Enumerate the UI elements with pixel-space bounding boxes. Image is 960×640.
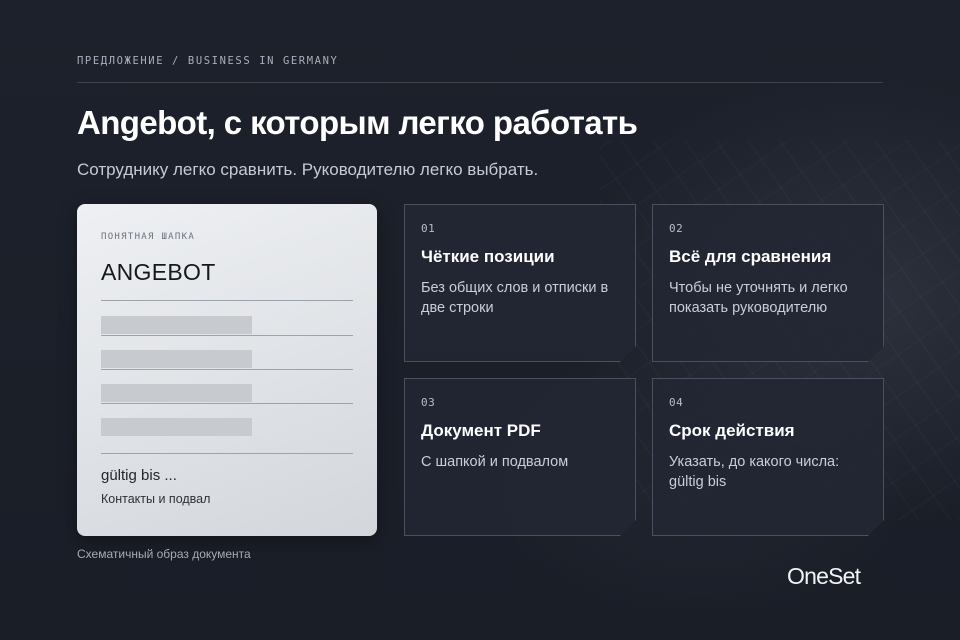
document-placeholder-line: [101, 316, 252, 334]
feature-card-02: 02 Всё для сравнения Чтобы не уточнять и…: [652, 204, 884, 362]
document-placeholder-line: [101, 384, 252, 402]
document-caption: Схематичный образ документа: [77, 547, 251, 561]
document-divider: [101, 335, 353, 336]
card-number: 02: [669, 222, 684, 235]
eyebrow: ПРЕДЛОЖЕНИЕ / BUSINESS IN GERMANY: [77, 55, 339, 67]
card-text: Чтобы не уточнять и легко показать руков…: [669, 280, 848, 316]
page-subtitle: Сотруднику легко сравнить. Руководителю …: [77, 160, 539, 179]
card-title: Документ PDF: [421, 421, 541, 440]
feature-card-04: 04 Срок действия Указать, до какого числ…: [652, 378, 884, 536]
card-title: Срок действия: [669, 421, 795, 440]
document-divider: [101, 369, 353, 370]
card-number: 03: [421, 396, 436, 409]
card-number: 04: [669, 396, 684, 409]
header-divider: [77, 82, 883, 83]
card-number: 01: [421, 222, 436, 235]
document-name: ANGEBOT: [101, 259, 216, 285]
document-divider: [101, 453, 353, 454]
card-text: Указать, до какого числа: gültig bis: [669, 454, 840, 490]
card-title: Всё для сравнения: [669, 247, 832, 266]
brand-logo: OneSet: [787, 563, 861, 589]
document-footer: Контакты и подвал: [101, 492, 211, 506]
card-text: С шапкой и подвалом: [421, 454, 569, 470]
document-divider: [101, 300, 353, 301]
document-kicker: ПОНЯТНАЯ ШАПКА: [101, 232, 196, 242]
document-placeholder-line: [101, 418, 252, 436]
card-text: Без общих слов и отписки в две строки: [421, 280, 609, 316]
document-placeholder-line: [101, 350, 252, 368]
document-mockup: ПОНЯТНАЯ ШАПКА ANGEBOT gültig bis ... Ко…: [77, 204, 377, 536]
feature-card-01: 01 Чёткие позиции Без общих слов и отпис…: [404, 204, 636, 362]
document-divider: [101, 403, 353, 404]
document-validity: gültig bis ...: [101, 467, 177, 484]
feature-card-03: 03 Документ PDF С шапкой и подвалом: [404, 378, 636, 536]
page-title: Angebot, с которым легко работать: [77, 104, 638, 141]
card-title: Чёткие позиции: [421, 247, 555, 266]
